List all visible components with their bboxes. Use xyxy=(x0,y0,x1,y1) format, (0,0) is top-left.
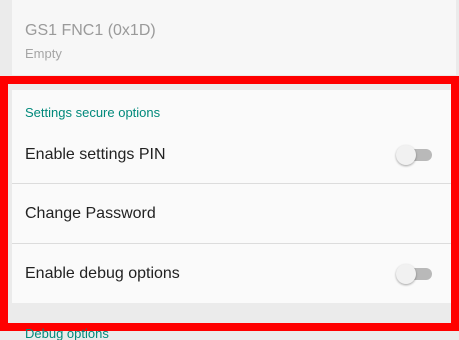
preference-summary: Empty xyxy=(25,46,62,61)
settings-screen: GS1 FNC1 (0x1D) Empty Settings secure op… xyxy=(0,0,459,340)
gs1-fnc1-preference[interactable]: GS1 FNC1 (0x1D) Empty xyxy=(12,0,456,75)
enable-settings-pin-toggle[interactable] xyxy=(396,145,432,165)
preference-title: GS1 FNC1 (0x1D) xyxy=(25,22,156,39)
settings-secure-options-card: Settings secure options Enable settings … xyxy=(12,90,456,303)
change-password-row[interactable]: Change Password xyxy=(12,184,456,244)
enable-debug-options-row[interactable]: Enable debug options xyxy=(12,244,456,304)
enable-settings-pin-label: Enable settings PIN xyxy=(25,146,166,163)
toggle-thumb xyxy=(396,264,416,284)
section-header-debug-options: Debug options xyxy=(25,326,109,340)
enable-settings-pin-row[interactable]: Enable settings PIN xyxy=(12,125,456,185)
enable-debug-options-label: Enable debug options xyxy=(25,265,180,282)
section-header-settings-secure: Settings secure options xyxy=(25,105,161,120)
change-password-label: Change Password xyxy=(25,205,156,222)
toggle-thumb xyxy=(396,145,416,165)
enable-debug-options-toggle[interactable] xyxy=(396,264,432,284)
